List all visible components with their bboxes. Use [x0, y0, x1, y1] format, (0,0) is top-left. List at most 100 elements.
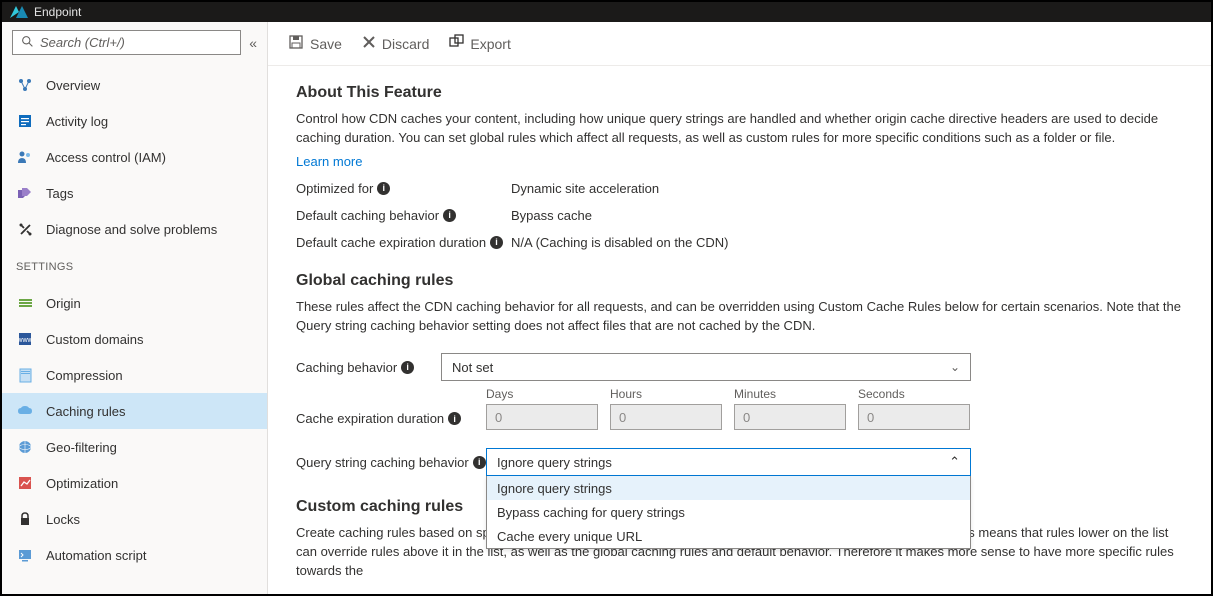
sidebar-item-label: Caching rules [46, 404, 126, 419]
export-button[interactable]: Export [449, 34, 510, 53]
svg-text:www: www [18, 337, 32, 344]
origin-icon [16, 294, 34, 312]
global-rules-title: Global caching rules [296, 272, 1183, 290]
caching-behavior-label: Caching behavior [296, 360, 397, 375]
qs-caching-dropdown: Ignore query strings Bypass caching for … [486, 476, 971, 549]
optimized-for-value: Dynamic site acceleration [511, 181, 659, 196]
qs-caching-label: Query string caching behavior [296, 455, 469, 470]
search-input[interactable]: Search (Ctrl+/) [12, 30, 241, 55]
expiration-label: Cache expiration duration [296, 411, 444, 426]
geo-icon [16, 438, 34, 456]
qs-option-cache-unique[interactable]: Cache every unique URL [487, 524, 970, 548]
sidebar-item-label: Automation script [46, 548, 146, 563]
search-icon [21, 35, 34, 51]
sidebar-settings-nav: Origin www Custom domains Compression Ca… [2, 279, 267, 573]
export-icon [449, 34, 464, 53]
info-icon[interactable]: i [473, 456, 486, 469]
default-caching-value: Bypass cache [511, 208, 592, 223]
sidebar-item-overview[interactable]: Overview [2, 67, 267, 103]
discard-label: Discard [382, 36, 429, 52]
export-label: Export [470, 36, 510, 52]
sidebar-core-nav: Overview Activity log Access control (IA… [2, 61, 267, 247]
sidebar-item-label: Access control (IAM) [46, 150, 166, 165]
caching-icon [16, 402, 34, 420]
main-layout: Search (Ctrl+/) « Overview Activity log … [2, 22, 1211, 594]
save-label: Save [310, 36, 342, 52]
hours-input[interactable]: 0 [610, 404, 722, 430]
sidebar-item-label: Geo-filtering [46, 440, 117, 455]
activity-log-icon [16, 112, 34, 130]
compression-icon [16, 366, 34, 384]
global-rules-text: These rules affect the CDN caching behav… [296, 298, 1183, 336]
sidebar-item-label: Locks [46, 512, 80, 527]
sidebar-item-custom-domains[interactable]: www Custom domains [2, 321, 267, 357]
seconds-input[interactable]: 0 [858, 404, 970, 430]
sidebar-item-access-control[interactable]: Access control (IAM) [2, 139, 267, 175]
iam-icon [16, 148, 34, 166]
sidebar-item-label: Optimization [46, 476, 118, 491]
sidebar-item-label: Tags [46, 186, 73, 201]
locks-icon [16, 510, 34, 528]
discard-icon [362, 35, 376, 53]
sidebar-item-label: Custom domains [46, 332, 144, 347]
app-logo-icon [10, 6, 28, 18]
info-icon[interactable]: i [490, 236, 503, 249]
diagnose-icon [16, 220, 34, 238]
search-placeholder: Search (Ctrl+/) [40, 35, 125, 50]
minutes-input[interactable]: 0 [734, 404, 846, 430]
sidebar-item-locks[interactable]: Locks [2, 501, 267, 537]
topbar: Endpoint [2, 2, 1211, 22]
content: Save Discard Export About This Feature C… [268, 22, 1211, 594]
sidebar-item-label: Overview [46, 78, 100, 93]
learn-more-link[interactable]: Learn more [296, 154, 362, 169]
sidebar-item-label: Origin [46, 296, 81, 311]
minutes-label: Minutes [734, 387, 846, 401]
sidebar-item-optimization[interactable]: Optimization [2, 465, 267, 501]
qs-option-bypass[interactable]: Bypass caching for query strings [487, 500, 970, 524]
caching-behavior-select[interactable]: Not set ⌄ [441, 353, 971, 381]
optimized-for-label: Optimized for [296, 181, 373, 196]
chevron-up-icon: ⌃ [949, 454, 960, 470]
save-icon [288, 34, 304, 54]
overview-icon [16, 76, 34, 94]
sidebar-item-origin[interactable]: Origin [2, 285, 267, 321]
sidebar-item-caching-rules[interactable]: Caching rules [2, 393, 267, 429]
sidebar-item-label: Diagnose and solve problems [46, 222, 217, 237]
seconds-label: Seconds [858, 387, 970, 401]
sidebar-item-compression[interactable]: Compression [2, 357, 267, 393]
info-icon[interactable]: i [401, 361, 414, 374]
info-icon[interactable]: i [377, 182, 390, 195]
caching-behavior-value: Not set [452, 360, 493, 375]
sidebar-item-label: Activity log [46, 114, 108, 129]
info-icon[interactable]: i [443, 209, 456, 222]
topbar-title: Endpoint [34, 5, 81, 19]
qs-caching-value: Ignore query strings [497, 455, 612, 470]
qs-option-ignore[interactable]: Ignore query strings [487, 476, 970, 500]
hours-label: Hours [610, 387, 722, 401]
sidebar-item-geo-filtering[interactable]: Geo-filtering [2, 429, 267, 465]
qs-caching-select[interactable]: Ignore query strings ⌃ [486, 448, 971, 476]
sidebar-item-activity-log[interactable]: Activity log [2, 103, 267, 139]
domains-icon: www [16, 330, 34, 348]
command-bar: Save Discard Export [268, 22, 1211, 66]
days-input[interactable]: 0 [486, 404, 598, 430]
sidebar-item-tags[interactable]: Tags [2, 175, 267, 211]
sidebar: Search (Ctrl+/) « Overview Activity log … [2, 22, 268, 594]
sidebar-item-diagnose[interactable]: Diagnose and solve problems [2, 211, 267, 247]
about-text: Control how CDN caches your content, inc… [296, 110, 1183, 148]
default-caching-label: Default caching behavior [296, 208, 439, 223]
sidebar-item-automation-script[interactable]: Automation script [2, 537, 267, 573]
automation-icon [16, 546, 34, 564]
default-expiration-label: Default cache expiration duration [296, 235, 486, 250]
save-button[interactable]: Save [288, 34, 342, 54]
collapse-sidebar-icon[interactable]: « [249, 35, 257, 51]
optimization-icon [16, 474, 34, 492]
about-title: About This Feature [296, 84, 1183, 102]
content-scroll[interactable]: About This Feature Control how CDN cache… [268, 66, 1211, 594]
chevron-down-icon: ⌄ [950, 360, 960, 374]
info-icon[interactable]: i [448, 412, 461, 425]
sidebar-item-label: Compression [46, 368, 123, 383]
discard-button[interactable]: Discard [362, 35, 429, 53]
sidebar-section-settings: SETTINGS [2, 247, 267, 279]
tags-icon [16, 184, 34, 202]
